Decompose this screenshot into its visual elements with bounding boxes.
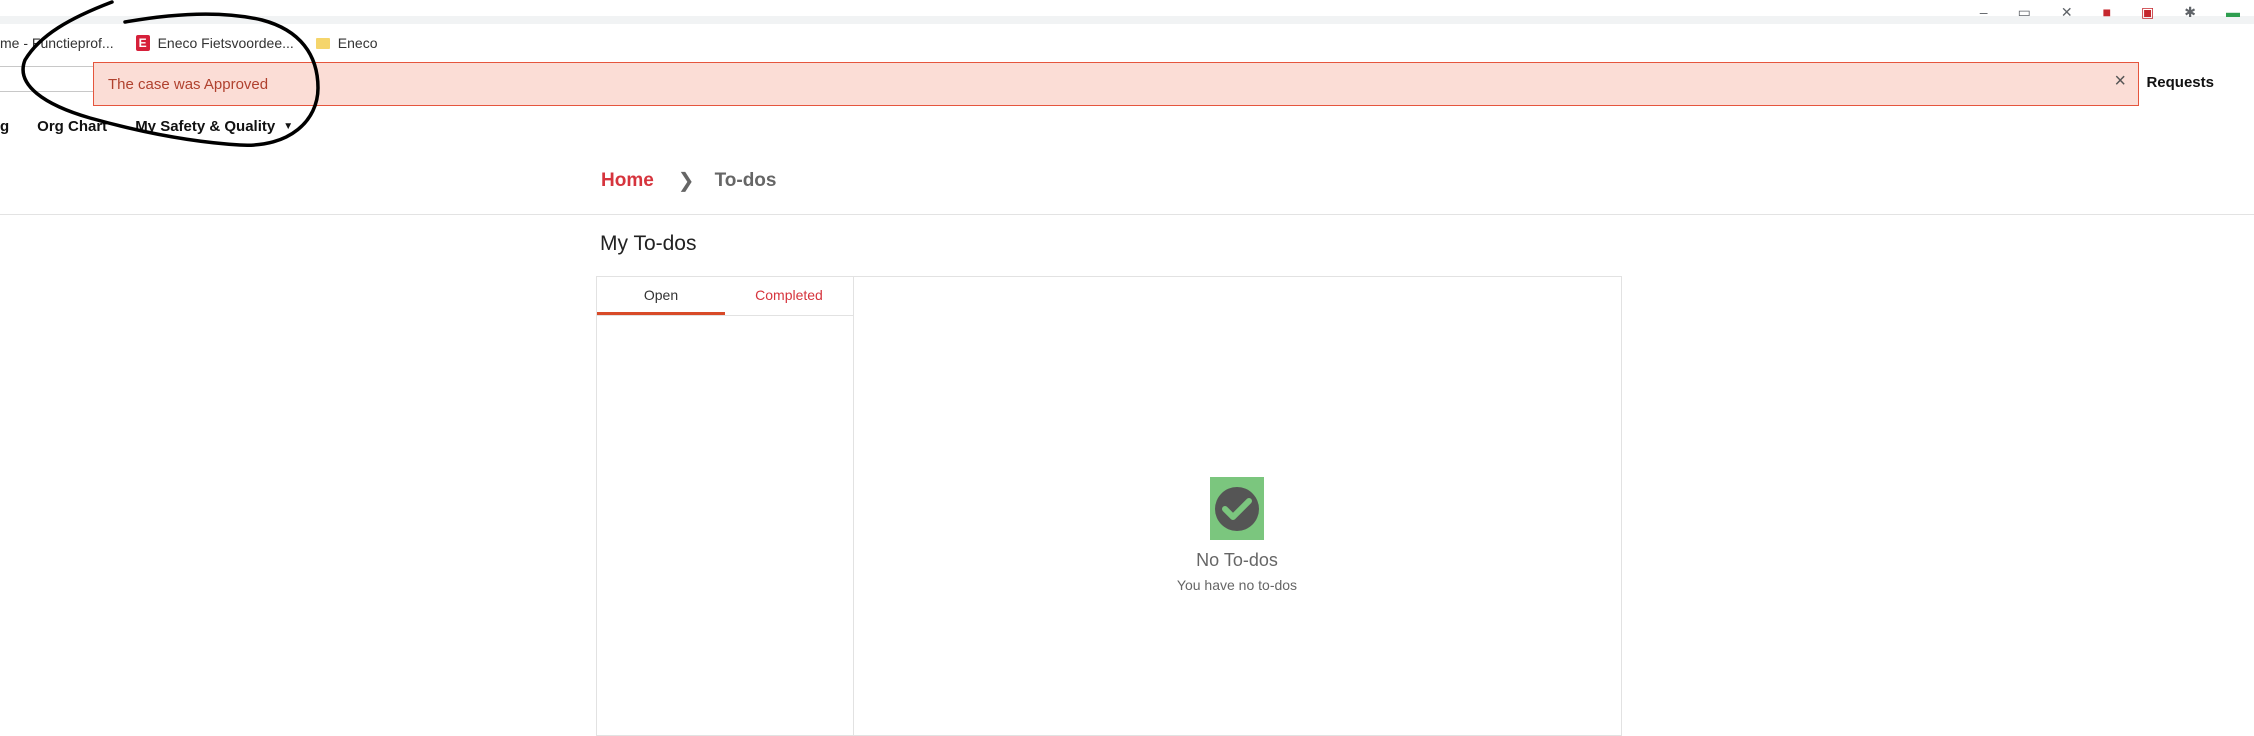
search-input[interactable] [0,66,96,92]
eneco-icon: E [135,35,150,51]
extension-badge-icon[interactable]: ▣ [2141,4,2154,21]
bookmark-label: me - Functieprof... [0,35,114,51]
folder-icon [315,37,330,49]
bookmark-functieprofiel[interactable]: me - Functieprof... [0,35,114,51]
browser-tab-strip [0,16,2254,24]
caret-down-icon: ▼ [283,121,294,132]
nav-item-partial[interactable]: g [0,118,9,135]
bookmark-label: Eneco Fietsvoordee... [157,35,294,51]
divider [0,214,2254,215]
breadcrumb-home[interactable]: Home [601,170,654,192]
bookmark-eneco-folder[interactable]: Eneco [315,35,378,51]
close-icon[interactable]: × [2114,71,2126,91]
todos-list-column: Open Completed [597,277,854,735]
alert-message: The case was Approved [108,75,269,93]
nav-item-safety-quality[interactable]: My Safety & Quality ▼ [135,118,293,135]
bookmarks-bar: me - Functieprof... E Eneco Fietsvoordee… [0,26,399,60]
empty-state-title: No To-dos [1196,550,1278,570]
profile-icon[interactable]: ▬ [2226,4,2240,21]
nav-item-label: My Safety & Quality [135,118,276,135]
nav-item-org-chart[interactable]: Org Chart [37,118,107,135]
todos-tabs: Open Completed [597,277,853,316]
bookmark-label: Eneco [337,35,378,51]
chevron-right-icon: ❯ [677,170,695,192]
tab-open[interactable]: Open [597,277,725,315]
empty-state: No To-dos You have no to-dos [853,477,1621,593]
checkmark-icon [1215,486,1259,531]
breadcrumb: Home ❯ To-dos [601,168,776,193]
breadcrumb-current: To-dos [714,169,777,191]
check-icon-box [1210,477,1264,540]
nav-requests[interactable]: Requests [2146,74,2214,91]
tab-completed[interactable]: Completed [725,277,853,315]
puzzle-icon[interactable]: ✱ [2184,4,2196,21]
browser-toolbar-icons: – ▭ ✕ ■ ▣ ✱ ▬ [1980,4,2240,21]
todos-panel: Open Completed No To-dos You have no to-… [596,276,1622,736]
close-window-icon[interactable]: ✕ [2061,4,2073,21]
minimize-icon[interactable]: – [1980,4,1988,21]
extension-icon[interactable]: ■ [2103,4,2111,21]
page-title: My To-dos [600,232,697,255]
main-nav: g Org Chart My Safety & Quality ▼ [0,118,321,135]
success-alert: The case was Approved × [93,62,2139,106]
empty-state-subtitle: You have no to-dos [1176,577,1298,593]
restore-icon[interactable]: ▭ [2018,4,2031,21]
bookmark-eneco-fietsvoordeel[interactable]: E Eneco Fietsvoordee... [135,35,294,51]
